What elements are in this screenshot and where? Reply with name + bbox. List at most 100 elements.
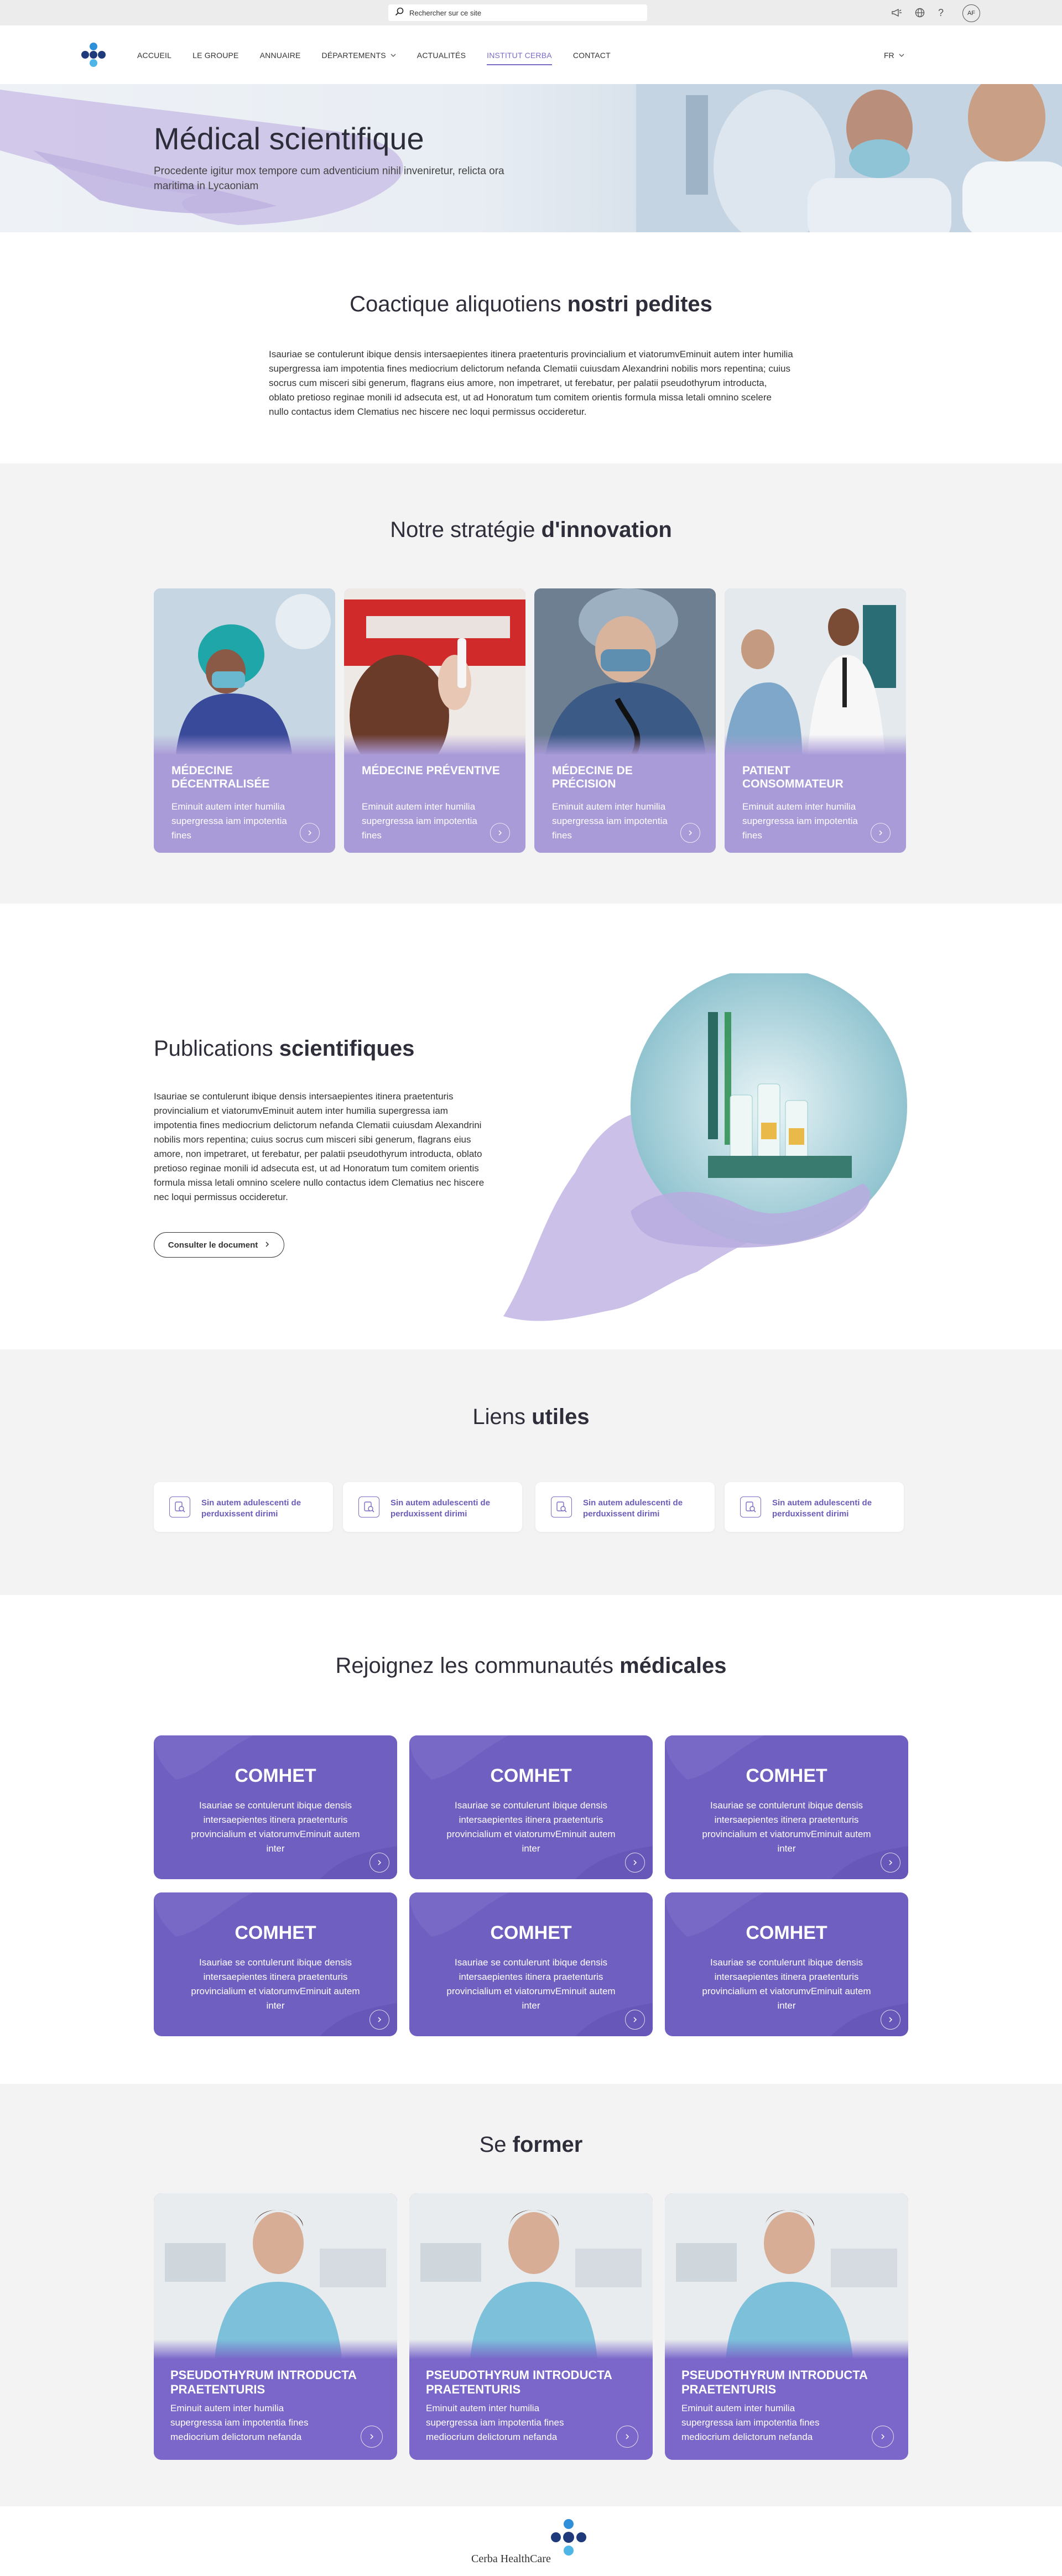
hero-banner: Médical scientifique Procedente igitur m…	[0, 84, 1062, 232]
community-card-title: COMHET	[235, 1922, 316, 1943]
useful-link-label: Sin autem adulescenti de perduxissent di…	[583, 1498, 683, 1519]
arrow-right-icon[interactable]	[490, 823, 510, 843]
cerba-cross-logo[interactable]	[80, 41, 107, 69]
nav-item-actualites[interactable]: Actualités	[417, 51, 466, 65]
training-card[interactable]: Pseudothyrum introducta praetenturis Emi…	[154, 2193, 397, 2460]
training-heading-plain: Se	[479, 2132, 513, 2157]
arrow-right-icon[interactable]	[680, 823, 700, 843]
search-input[interactable]	[409, 8, 631, 17]
hero-lab-illustration	[0, 84, 1062, 232]
card-photo-surgeon	[154, 588, 335, 754]
community-card-title: COMHET	[235, 1765, 316, 1786]
arrow-right-icon[interactable]	[300, 823, 320, 843]
community-card-text: Isauriae se contulerunt ibique densis in…	[191, 1800, 360, 1854]
nav-item-accueil[interactable]: Accueil	[137, 51, 171, 65]
community-card[interactable]: COMHET Isauriae se contulerunt ibique de…	[154, 1892, 397, 2036]
strategy-card-title: Patient consommateur	[742, 764, 844, 790]
links-heading: Liens utiles	[0, 1405, 1062, 1430]
links-section	[0, 1349, 1062, 1595]
intro-heading: Coactique aliquotiens nostri pedites	[0, 292, 1062, 317]
strategy-card[interactable]: Médecine préventive Eminuit autem inter …	[344, 588, 525, 853]
document-link-icon	[169, 1496, 190, 1518]
card-photo-lab-technician	[154, 2193, 397, 2359]
links-heading-plain: Liens	[472, 1405, 532, 1429]
arrow-right-icon[interactable]	[369, 2010, 389, 2030]
consult-document-label: Consulter le document	[168, 1240, 258, 1250]
training-heading-bold: former	[512, 2132, 583, 2157]
useful-link-card[interactable]: Sin autem adulescenti de perduxissent di…	[154, 1482, 333, 1532]
useful-link-card[interactable]: Sin autem adulescenti de perduxissent di…	[343, 1482, 522, 1532]
page-subtitle: Procedente igitur mox tempore cum advent…	[154, 165, 504, 192]
card-photo-lab-technician	[665, 2193, 908, 2359]
strategy-heading-plain: Notre stratégie	[390, 518, 542, 542]
globe-icon[interactable]	[914, 7, 926, 19]
training-card-title: Pseudothyrum introducta praetenturis	[681, 2368, 868, 2396]
useful-link-card[interactable]: Sin autem adulescenti de perduxissent di…	[535, 1482, 715, 1532]
useful-link-label: Sin autem adulescenti de perduxissent di…	[201, 1498, 301, 1519]
publications-heading-plain: Publications	[154, 1036, 279, 1061]
strategy-card-text: Eminuit autem inter humilia supergressa …	[362, 801, 477, 841]
community-card-text: Isauriae se contulerunt ibique densis in…	[702, 1800, 871, 1854]
page-title: Médical scientifique	[154, 121, 424, 156]
megaphone-icon[interactable]	[891, 7, 903, 19]
community-card-title: COMHET	[746, 1765, 827, 1786]
language-selector[interactable]: FR	[884, 51, 904, 60]
chevron-down-icon	[899, 51, 904, 60]
arrow-right-icon[interactable]	[616, 2426, 638, 2448]
community-card[interactable]: COMHET Isauriae se contulerunt ibique de…	[409, 1735, 653, 1879]
training-card-text: Eminuit autem inter humilia supergressa …	[681, 2403, 820, 2442]
arrow-right-icon[interactable]	[361, 2426, 383, 2448]
intro-paragraph: Isauriae se contulerunt ibique densis in…	[269, 349, 793, 417]
language-code: FR	[884, 51, 894, 60]
community-card-text: Isauriae se contulerunt ibique densis in…	[702, 1957, 871, 2011]
publications-heading: Publications scientifiques	[154, 1036, 414, 1061]
arrow-right-icon[interactable]	[872, 2426, 894, 2448]
arrow-right-icon[interactable]	[881, 1853, 900, 1873]
arrow-right-icon[interactable]	[881, 2010, 900, 2030]
strategy-card-text: Eminuit autem inter humilia supergressa …	[171, 801, 287, 841]
intro-heading-bold: nostri pedites	[567, 292, 712, 316]
arrow-right-icon[interactable]	[871, 823, 891, 843]
arrow-right-icon[interactable]	[625, 2010, 645, 2030]
footer: Cerba HealthCare	[0, 2506, 1062, 2576]
community-card-title: COMHET	[746, 1922, 827, 1943]
communities-heading-plain: Rejoignez les communautés	[335, 1654, 620, 1678]
document-link-icon	[551, 1496, 572, 1518]
useful-link-card[interactable]: Sin autem adulescenti de perduxissent di…	[725, 1482, 904, 1532]
strategy-heading: Notre stratégie d'innovation	[0, 518, 1062, 543]
user-avatar[interactable]: AF	[962, 4, 980, 22]
cerba-cross-logo[interactable]	[548, 2517, 590, 2559]
nav-menu: Accueil Le groupe Annuaire Départements …	[137, 51, 632, 65]
community-card[interactable]: COMHET Isauriae se contulerunt ibique de…	[665, 1735, 908, 1879]
card-photo-vials	[344, 588, 525, 754]
publications-heading-bold: scientifiques	[279, 1036, 415, 1061]
community-card-text: Isauriae se contulerunt ibique densis in…	[446, 1957, 616, 2011]
strategy-heading-bold: d'innovation	[541, 518, 672, 542]
community-card-text: Isauriae se contulerunt ibique densis in…	[191, 1957, 360, 2011]
nav-item-annuaire[interactable]: Annuaire	[260, 51, 301, 65]
community-card[interactable]: COMHET Isauriae se contulerunt ibique de…	[409, 1892, 653, 2036]
site-search[interactable]	[388, 4, 647, 21]
search-icon	[395, 7, 404, 19]
communities-heading-bold: médicales	[620, 1654, 727, 1678]
nav-item-institut-cerba[interactable]: Institut Cerba	[487, 51, 552, 65]
community-card[interactable]: COMHET Isauriae se contulerunt ibique de…	[154, 1735, 397, 1879]
document-link-icon	[740, 1496, 761, 1518]
help-icon[interactable]: ?	[935, 7, 947, 19]
consult-document-button[interactable]: Consulter le document	[154, 1232, 284, 1258]
training-card-text: Eminuit autem inter humilia supergressa …	[426, 2403, 564, 2442]
strategy-card[interactable]: Médecine décentralisée Eminuit autem int…	[154, 588, 335, 853]
nav-item-le-groupe[interactable]: Le groupe	[192, 51, 239, 65]
community-card[interactable]: COMHET Isauriae se contulerunt ibique de…	[665, 1892, 908, 2036]
arrow-right-icon	[264, 1240, 270, 1250]
training-card[interactable]: Pseudothyrum introducta praetenturis Emi…	[665, 2193, 908, 2460]
strategy-card[interactable]: Patient consommateur Eminuit autem inter…	[725, 588, 906, 853]
strategy-card[interactable]: Médecine de précision Eminuit autem inte…	[534, 588, 716, 853]
arrow-right-icon[interactable]	[625, 1853, 645, 1873]
training-card[interactable]: Pseudothyrum introducta praetenturis Emi…	[409, 2193, 653, 2460]
chevron-down-icon	[391, 51, 396, 65]
arrow-right-icon[interactable]	[369, 1853, 389, 1873]
publications-lab-illustration	[503, 973, 907, 1321]
nav-item-contact[interactable]: Contact	[573, 51, 611, 65]
nav-item-departements[interactable]: Départements	[322, 51, 396, 65]
